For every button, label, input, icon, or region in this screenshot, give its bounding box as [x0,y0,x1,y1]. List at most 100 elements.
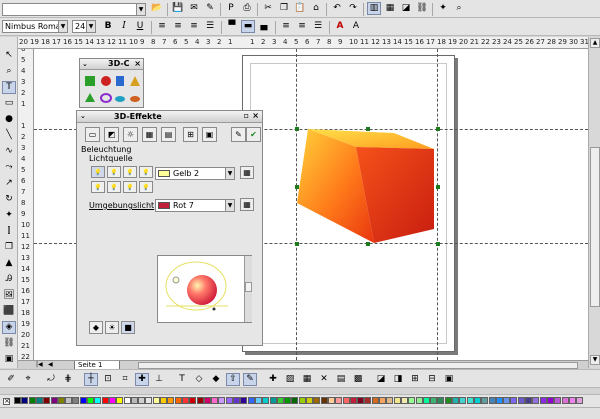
color-swatch[interactable] [196,397,204,404]
color-swatch[interactable] [400,397,408,404]
color-swatch[interactable] [525,397,532,404]
light-source-button[interactable]: 💡 [139,181,153,193]
snap-frame-icon[interactable]: ⌗ [118,373,132,386]
double-click-text-icon[interactable]: T [175,373,189,386]
color-bar-icon[interactable]: ▣ [442,373,456,386]
light-mode-button[interactable]: ☀ [105,321,119,334]
color-swatch[interactable] [386,397,394,404]
color-swatch[interactable] [371,397,379,404]
light-source-button[interactable]: 💡 [91,166,105,178]
pyramid-shape-icon[interactable] [85,93,95,102]
rotate-icon[interactable]: ↻ [2,193,16,206]
tab-textures[interactable]: ▦ [142,127,157,142]
chevron-down-icon[interactable]: ▼ [86,21,95,32]
effects-icon[interactable]: ✦ [2,209,16,222]
chevron-down-icon[interactable]: ▼ [136,4,145,15]
color-swatch[interactable] [554,397,562,404]
color-swatch[interactable] [284,397,292,404]
cube-shape-icon[interactable] [85,76,95,86]
color-swatch[interactable] [481,397,489,404]
hyperlink-icon[interactable]: ⛓ [2,337,16,350]
selection-handle[interactable] [295,242,299,246]
color-swatch[interactable] [138,397,146,404]
scroll-down-icon[interactable]: ▼ [590,355,600,365]
color-swatch[interactable] [473,397,481,404]
color-swatch[interactable] [35,397,43,404]
align-top-icon[interactable]: ▀ [225,20,239,33]
align-center-icon[interactable]: ≡ [171,20,185,33]
color-swatch[interactable] [108,397,116,404]
light-source-button[interactable]: 💡 [139,166,153,178]
3d-icon[interactable]: ◈ [2,321,16,334]
color-swatch[interactable] [546,397,554,404]
chevron-down-icon[interactable]: ▼ [225,200,234,211]
zoom-icon[interactable]: ⌕ [2,65,16,78]
color-swatch[interactable] [174,397,182,404]
rotate-icon[interactable]: ⤾ [44,373,58,386]
modify-object-icon[interactable]: ✎ [243,373,257,386]
color-swatch[interactable] [422,397,430,404]
vertical-ruler[interactable]: 6 5 4 3 2 1 1 2 3 4 5 6 7 8 9 10 11 12 13 14 15 16 17 18 19 20 21 2… [18,49,34,368]
quick-edit-icon[interactable]: ▦ [300,373,314,386]
table-icon[interactable]: ▦ [383,2,397,15]
color-swatch[interactable] [247,397,255,404]
fontwork-icon[interactable]: Ꭿ [2,273,16,286]
font-name-combo[interactable]: Nimbus Roman ▼ [2,20,68,33]
color-swatch[interactable] [313,397,321,404]
shadow-icon[interactable]: ◪ [374,373,388,386]
zoom-icon[interactable]: ⌕ [452,2,466,15]
color-swatch[interactable] [357,397,365,404]
selection-handle[interactable] [295,185,299,189]
color-swatch[interactable] [145,397,153,404]
font-size-combo[interactable]: 24 ▼ [72,20,96,33]
color-swatch[interactable] [152,397,160,404]
light-source-button[interactable]: 💡 [123,181,137,193]
color-swatch[interactable] [254,397,262,404]
color-swatch[interactable] [517,397,525,404]
color-swatch[interactable] [167,397,175,404]
chevron-down-icon[interactable]: ▼ [225,168,234,179]
apply-style-combo[interactable]: ▼ [2,3,146,16]
minimize-icon[interactable]: ▫ [244,111,249,120]
cylinder-shape-icon[interactable] [116,76,124,86]
color-swatch[interactable] [116,397,124,404]
underline-button[interactable]: U [133,20,147,33]
line-style-icon[interactable]: ▤ [334,373,348,386]
open-icon[interactable]: 📂 [150,2,164,15]
save-icon[interactable]: 💾 [171,2,185,15]
selection-handle[interactable] [436,127,440,131]
create-object-icon[interactable]: ✚ [266,373,280,386]
character-icon[interactable]: A [349,20,363,33]
color-swatch[interactable] [21,397,29,404]
toggle-extrusion-icon[interactable]: ⬛ [2,305,16,318]
curve-icon[interactable]: ∿ [2,145,16,158]
3d-objects-icon[interactable]: ▲ [2,257,16,270]
color-swatch[interactable] [28,397,36,404]
print-icon[interactable]: ⎙ [240,2,254,15]
image-icon[interactable]: ▣ [2,353,16,366]
color-swatch[interactable] [43,397,51,404]
selection-handle[interactable] [366,242,370,246]
object-mode-button[interactable]: ◆ [89,321,103,334]
helplines-front-icon[interactable]: ⊟ [425,373,439,386]
align-bottom-icon[interactable]: ▄ [257,20,271,33]
color-swatch[interactable] [335,397,343,404]
color-swatch[interactable] [57,397,65,404]
line-spacing-1-icon[interactable]: ≡ [279,20,293,33]
horizontal-ruler[interactable]: 2120191817161514131211109876543211234567… [18,37,600,49]
color-swatch[interactable] [393,397,401,404]
cone-shape-icon[interactable] [130,76,140,86]
line-icon[interactable]: ╲ [2,129,16,142]
scroll-up-icon[interactable]: ▲ [590,38,600,48]
color-swatch[interactable] [495,397,503,404]
navigator-icon[interactable]: ✦ [436,2,450,15]
simple-handles-icon[interactable]: ◇ [192,373,206,386]
color-swatch[interactable] [364,397,372,404]
lines-arrows-icon[interactable]: ↗ [2,177,16,190]
line-spacing-2-icon[interactable]: ☰ [311,20,325,33]
half-sphere-shape-icon[interactable] [130,96,140,102]
large-handles-icon[interactable]: ◆ [209,373,223,386]
area-fill-icon[interactable]: ▩ [351,373,365,386]
connector-icon[interactable]: ⤳ [2,161,16,174]
light-preview[interactable] [157,255,252,323]
